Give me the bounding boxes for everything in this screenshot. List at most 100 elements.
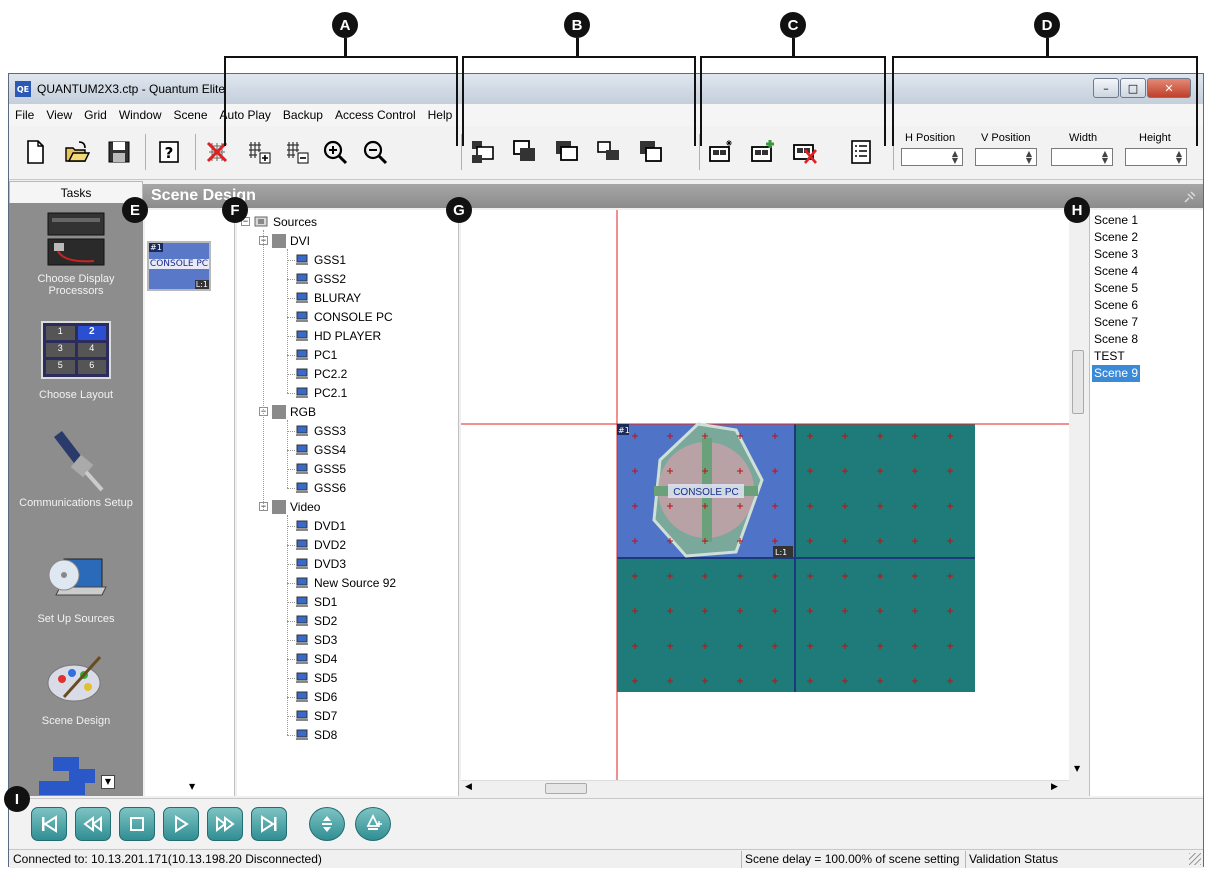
spin-arrows-icon[interactable]: ▲ ▼ [1174, 150, 1184, 165]
decrease-delay-icon[interactable] [309, 807, 345, 841]
tree-item[interactable]: SD1 [295, 592, 337, 611]
tree-item[interactable]: DVD2 [295, 535, 346, 554]
tree-item[interactable]: GSS3 [295, 421, 346, 440]
help-icon[interactable]: ? [153, 136, 185, 168]
resize-grip-icon[interactable] [1189, 853, 1201, 865]
scroll-right-arrow-icon[interactable]: ▶ [1051, 782, 1058, 792]
scroll-down-arrow-icon[interactable]: ▼ [189, 782, 195, 791]
callout-f: F [222, 197, 248, 223]
spin-arrows-icon[interactable]: ▲ ▼ [1100, 150, 1110, 165]
scene-item[interactable]: Scene 4 [1092, 263, 1140, 280]
spin-arrows-icon[interactable]: ▲ ▼ [950, 150, 960, 165]
scroll-thumb[interactable] [1072, 350, 1084, 414]
tree-item[interactable]: DVD1 [295, 516, 346, 535]
stop-icon[interactable] [119, 807, 155, 841]
window-label: CONSOLE PC [673, 487, 739, 498]
spin-arrows-icon[interactable]: ▲ ▼ [1024, 150, 1034, 165]
increase-delay-icon[interactable] [355, 807, 391, 841]
more-tasks-icon[interactable]: ▼ [39, 751, 115, 796]
tree-group[interactable]: − DVI [259, 231, 310, 250]
tree-item[interactable]: DVD3 [295, 554, 346, 573]
tree-item[interactable]: SD8 [295, 725, 337, 744]
menu-window[interactable]: Window [113, 108, 168, 122]
tree-item[interactable]: GSS6 [295, 478, 346, 497]
scroll-thumb[interactable] [545, 783, 587, 794]
tree-item[interactable]: BLURAY [295, 288, 361, 307]
tree-item[interactable]: PC2.1 [295, 383, 347, 402]
tree-item[interactable]: PC1 [295, 345, 337, 364]
scroll-down-arrow-icon[interactable]: ▼ [1074, 764, 1080, 773]
tree-item-label: GSS6 [314, 480, 347, 495]
tree-guide [287, 564, 295, 565]
h-position-input[interactable]: ▲ ▼ [901, 148, 963, 166]
skip-to-start-icon[interactable] [31, 807, 67, 841]
play-icon[interactable] [163, 807, 199, 841]
task-choose-layout[interactable]: 1 2 3 4 5 6 Choose Layout [9, 321, 143, 401]
scroll-left-arrow-icon[interactable]: ◀ [465, 782, 472, 792]
laptop-cd-icon [44, 545, 108, 609]
tree-item[interactable]: HD PLAYER [295, 326, 381, 345]
tree-item-label: GSS3 [314, 423, 347, 438]
tree-item[interactable]: SD4 [295, 649, 337, 668]
task-label: Communications Setup [19, 497, 133, 509]
bracket-c [700, 56, 886, 146]
scene-canvas[interactable]: #1 CONSOLE PC L:1 [461, 210, 1069, 780]
height-input[interactable]: ▲ ▼ [1125, 148, 1187, 166]
task-scene-design[interactable]: Scene Design [9, 647, 143, 727]
scene-item[interactable]: Scene 8 [1092, 331, 1140, 348]
save-disk-icon[interactable] [103, 136, 135, 168]
tree-guide [287, 621, 295, 622]
computer-icon [296, 482, 308, 493]
scene-item[interactable]: Scene 3 [1092, 246, 1140, 263]
tree-group[interactable]: − Video [259, 497, 320, 516]
tree-item[interactable]: GSS5 [295, 459, 346, 478]
tree-guide [287, 640, 295, 641]
task-choose-display-processors[interactable]: Choose Display Processors [9, 209, 143, 297]
scene-item[interactable]: Scene 9 [1092, 365, 1141, 382]
scene-thumbnail[interactable]: #1 CONSOLE PC L:1 [147, 241, 211, 291]
tree-item[interactable]: SD3 [295, 630, 337, 649]
width-input[interactable]: ▲ ▼ [1051, 148, 1113, 166]
tree-item[interactable]: SD5 [295, 668, 337, 687]
tree-item[interactable]: GSS4 [295, 440, 346, 459]
pin-icon[interactable] [1183, 188, 1197, 203]
scene-item[interactable]: Scene 1 [1092, 212, 1140, 229]
task-communications-setup[interactable]: Communications Setup [9, 425, 143, 509]
menu-file[interactable]: File [9, 108, 40, 122]
skip-to-end-icon[interactable] [251, 807, 287, 841]
scene-item[interactable]: TEST [1092, 348, 1127, 365]
task-label: Scene Design [41, 715, 111, 727]
task-set-up-sources[interactable]: Set Up Sources [9, 545, 143, 625]
tree-item[interactable]: GSS2 [295, 269, 346, 288]
rewind-icon[interactable] [75, 807, 111, 841]
horizontal-scrollbar[interactable]: ◀ ▶ [461, 780, 1069, 796]
open-folder-icon[interactable] [61, 136, 93, 168]
thumbnail-layer: L:1 [194, 280, 209, 289]
scene-item[interactable]: Scene 6 [1092, 297, 1140, 314]
tree-item[interactable]: SD6 [295, 687, 337, 706]
vertical-scrollbar[interactable]: ▼ [1069, 210, 1087, 780]
scene-item[interactable]: Scene 5 [1092, 280, 1140, 297]
tree-item[interactable]: SD2 [295, 611, 337, 630]
menu-scene[interactable]: Scene [168, 108, 214, 122]
scene-item[interactable]: Scene 2 [1092, 229, 1140, 246]
computer-icon [296, 615, 308, 626]
computer-icon [296, 330, 308, 341]
tree-item[interactable]: CONSOLE PC [295, 307, 393, 326]
tree-item[interactable]: SD7 [295, 706, 337, 725]
tasks-tab[interactable]: Tasks [9, 181, 143, 203]
fast-forward-icon[interactable] [207, 807, 243, 841]
scene-item[interactable]: Scene 7 [1092, 314, 1140, 331]
v-position-input[interactable]: ▲ ▼ [975, 148, 1037, 166]
tree-item[interactable]: GSS1 [295, 250, 346, 269]
new-file-icon[interactable] [19, 136, 51, 168]
callout-b-stem [576, 38, 579, 58]
tree-item[interactable]: New Source 92 [295, 573, 396, 592]
tree-group[interactable]: − RGB [259, 402, 316, 421]
menu-view[interactable]: View [40, 108, 78, 122]
menu-grid[interactable]: Grid [78, 108, 113, 122]
dropdown-arrow-icon[interactable]: ▼ [101, 775, 115, 789]
scene-list: Scene 1 Scene 2 Scene 3 Scene 4 Scene 5 Scene… [1089, 210, 1203, 796]
tree-root[interactable]: − Sources [241, 212, 317, 231]
tree-item[interactable]: PC2.2 [295, 364, 347, 383]
